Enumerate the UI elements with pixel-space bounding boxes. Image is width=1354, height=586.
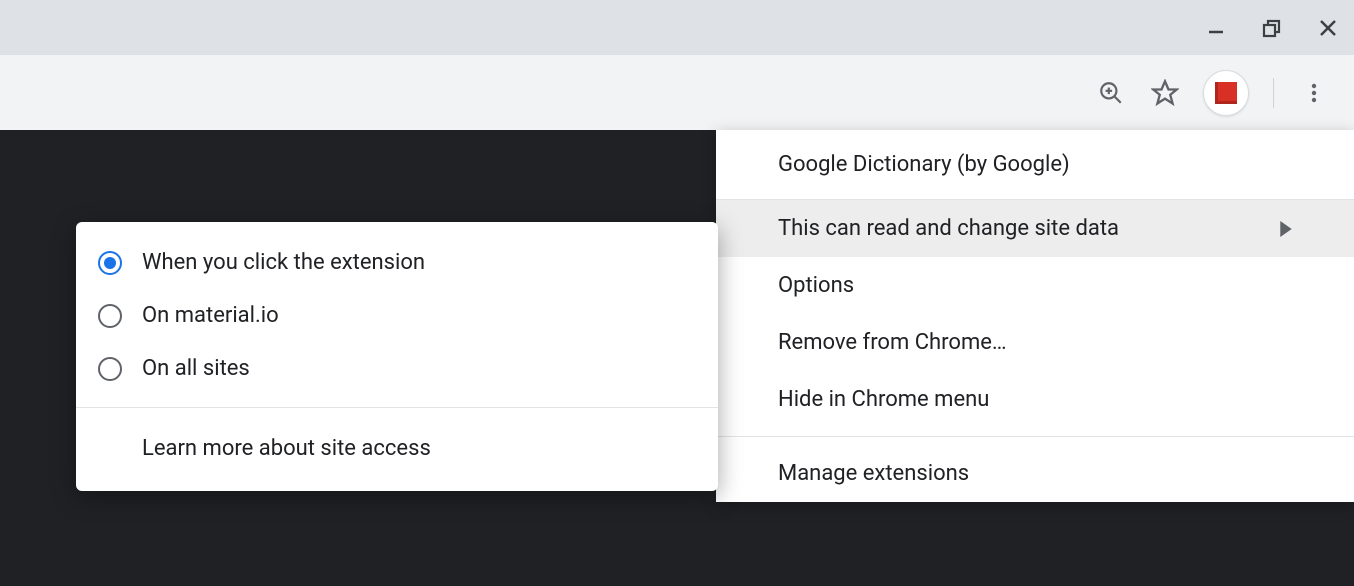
radio-label: When you click the extension: [142, 250, 425, 275]
radio-label: On material.io: [142, 303, 279, 328]
radio-option-all-sites[interactable]: On all sites: [76, 342, 718, 395]
toolbar-separator: [1273, 78, 1274, 108]
menu-item-hide[interactable]: Hide in Chrome menu: [716, 371, 1354, 428]
kebab-menu-icon[interactable]: [1298, 77, 1330, 109]
menu-item-site-data[interactable]: This can read and change site data: [716, 200, 1354, 257]
window-title-bar: [0, 0, 1354, 55]
site-access-submenu: When you click the extension On material…: [76, 222, 718, 491]
learn-more-label: Learn more about site access: [142, 436, 431, 461]
dictionary-book-icon: [1215, 82, 1237, 104]
close-button[interactable]: [1314, 14, 1342, 42]
menu-item-label: Manage extensions: [778, 461, 969, 486]
zoom-icon[interactable]: [1095, 77, 1127, 109]
menu-item-options[interactable]: Options: [716, 257, 1354, 314]
bookmark-star-icon[interactable]: [1149, 77, 1181, 109]
context-menu-title: Google Dictionary (by Google): [716, 130, 1354, 200]
radio-icon: [98, 251, 122, 275]
menu-item-label: Remove from Chrome…: [778, 330, 1007, 355]
extension-icon[interactable]: [1203, 70, 1249, 116]
radio-icon: [98, 357, 122, 381]
menu-item-label: This can read and change site data: [778, 216, 1119, 241]
submenu-arrow-icon: [1280, 221, 1292, 237]
page-content: Google Dictionary (by Google) This can r…: [0, 130, 1354, 586]
minimize-button[interactable]: [1202, 14, 1230, 42]
radio-option-on-click[interactable]: When you click the extension: [76, 236, 718, 289]
menu-separator: [716, 436, 1354, 437]
menu-item-manage-extensions[interactable]: Manage extensions: [716, 445, 1354, 502]
menu-item-remove[interactable]: Remove from Chrome…: [716, 314, 1354, 371]
radio-option-on-site[interactable]: On material.io: [76, 289, 718, 342]
menu-item-label: Options: [778, 273, 854, 298]
maximize-button[interactable]: [1258, 14, 1286, 42]
browser-toolbar: [0, 55, 1354, 130]
submenu-separator: [76, 407, 718, 408]
extension-context-menu: Google Dictionary (by Google) This can r…: [716, 130, 1354, 502]
radio-label: On all sites: [142, 356, 250, 381]
learn-more-link[interactable]: Learn more about site access: [76, 420, 718, 477]
radio-icon: [98, 304, 122, 328]
menu-item-label: Hide in Chrome menu: [778, 387, 989, 412]
